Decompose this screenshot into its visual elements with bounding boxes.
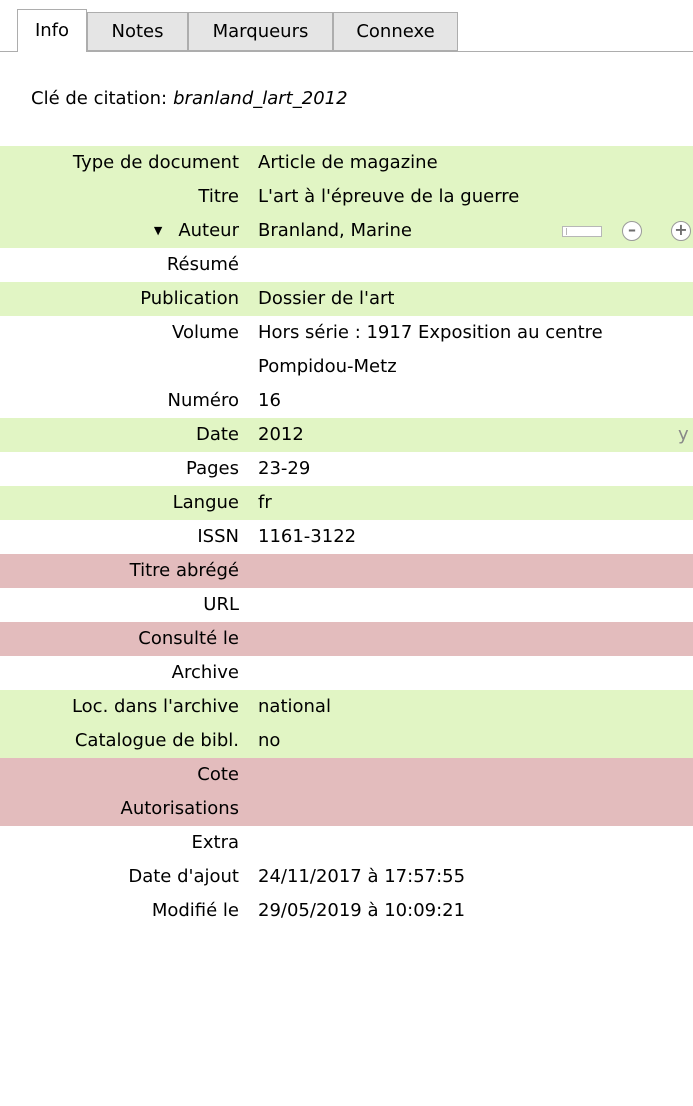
tab-connexe[interactable]: Connexe — [333, 12, 458, 51]
plus-circle-icon[interactable]: + — [671, 221, 691, 241]
item-fields: Type de document Article de magazine Tit… — [0, 146, 693, 928]
field-label: Type de document — [72, 152, 239, 173]
field-label: Consulté le — [138, 628, 239, 649]
field-label: ISSN — [197, 526, 239, 547]
tab-marqueurs[interactable]: Marqueurs — [188, 12, 333, 51]
publication-value[interactable]: Dossier de l'art — [258, 282, 395, 316]
field-label: Archive — [171, 662, 239, 683]
field-label: Langue — [172, 492, 239, 513]
field-row-abstract: Résumé — [0, 248, 693, 282]
field-label: Volume — [172, 322, 239, 343]
field-row-item-type: Type de document Article de magazine — [0, 146, 693, 180]
field-label: Titre abrégé — [129, 560, 239, 581]
language-value[interactable]: fr — [258, 486, 272, 520]
issn-value[interactable]: 1161-3122 — [258, 520, 356, 554]
field-row-url: URL — [0, 588, 693, 622]
field-label: Modifié le — [151, 900, 239, 921]
citation-key-label: Clé de citation: — [31, 88, 168, 109]
field-row-call-number: Cote — [0, 758, 693, 792]
citation-key-value[interactable]: branland_lart_2012 — [173, 88, 347, 109]
tab-bar: Info Notes Marqueurs Connexe — [0, 0, 693, 52]
field-row-date: Date 2012 y — [0, 418, 693, 452]
author-value[interactable]: Branland, Marine — [258, 214, 412, 248]
field-row-short-title: Titre abrégé — [0, 554, 693, 588]
field-row-volume: Volume Hors série : 1917 Exposition au c… — [0, 316, 693, 384]
volume-value[interactable]: Hors série : 1917 Exposition au centre P… — [258, 316, 678, 384]
field-label: Date d'ajout — [128, 866, 239, 887]
field-row-publication: Publication Dossier de l'art — [0, 282, 693, 316]
minus-circle-icon[interactable]: – — [622, 221, 642, 241]
field-row-archive: Archive — [0, 656, 693, 690]
pages-value[interactable]: 23-29 — [258, 452, 310, 486]
creator-swap-icon[interactable] — [562, 226, 602, 237]
field-label: Catalogue de bibl. — [74, 730, 239, 751]
author-label-wrap: ▼ Auteur — [154, 214, 239, 248]
field-label: Résumé — [166, 254, 239, 275]
field-label: Cote — [197, 764, 239, 785]
field-row-language: Langue fr — [0, 486, 693, 520]
field-row-pages: Pages 23-29 — [0, 452, 693, 486]
field-row-date-added: Date d'ajout 24/11/2017 à 17:57:55 — [0, 860, 693, 894]
field-row-title: Titre L'art à l'épreuve de la guerre — [0, 180, 693, 214]
field-label: Titre — [198, 186, 239, 207]
date-format-indicator: y — [678, 424, 689, 445]
archive-location-value[interactable]: national — [258, 690, 331, 724]
field-row-extra: Extra — [0, 826, 693, 860]
field-row-library-catalog: Catalogue de bibl. no — [0, 724, 693, 758]
field-row-issue: Numéro 16 — [0, 384, 693, 418]
field-label: Pages — [186, 458, 239, 479]
field-row-author: ▼ Auteur Branland, Marine – + — [0, 214, 693, 248]
citation-key: Clé de citation: branland_lart_2012 — [31, 88, 348, 109]
tab-notes[interactable]: Notes — [87, 12, 188, 51]
field-row-modified: Modifié le 29/05/2019 à 10:09:21 — [0, 894, 693, 928]
triangle-down-icon[interactable]: ▼ — [154, 224, 162, 237]
field-label: Date — [195, 424, 239, 445]
field-label: Autorisations — [120, 798, 239, 819]
field-label: Numéro — [167, 390, 240, 411]
date-added-value: 24/11/2017 à 17:57:55 — [258, 866, 466, 887]
date-value[interactable]: 2012 — [258, 418, 304, 452]
field-row-issn: ISSN 1161-3122 — [0, 520, 693, 554]
field-label: Loc. dans l'archive — [71, 696, 239, 717]
library-catalog-value[interactable]: no — [258, 724, 280, 758]
field-row-accessed: Consulté le — [0, 622, 693, 656]
field-label: URL — [203, 594, 239, 615]
issue-value[interactable]: 16 — [258, 384, 281, 418]
field-row-archive-location: Loc. dans l'archive national — [0, 690, 693, 724]
field-row-rights: Autorisations — [0, 792, 693, 826]
tab-info[interactable]: Info — [17, 9, 87, 52]
modified-value: 29/05/2019 à 10:09:21 — [258, 900, 466, 921]
field-label[interactable]: Auteur — [178, 220, 239, 241]
field-label: Extra — [191, 832, 239, 853]
field-label: Publication — [140, 288, 239, 309]
item-type-value[interactable]: Article de magazine — [258, 146, 438, 180]
title-value[interactable]: L'art à l'épreuve de la guerre — [258, 180, 519, 214]
